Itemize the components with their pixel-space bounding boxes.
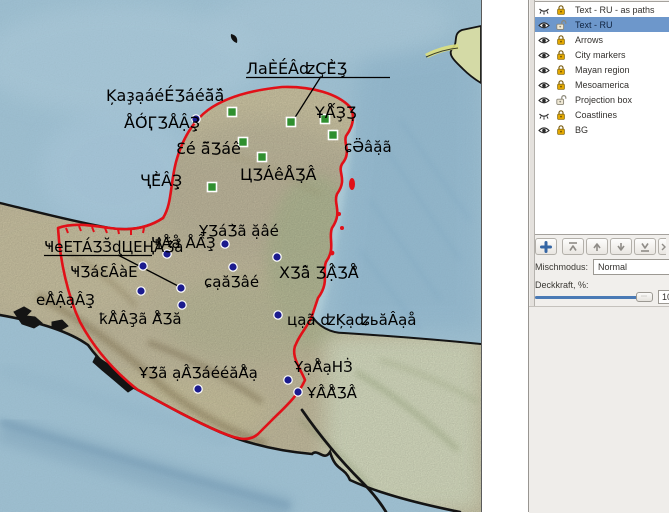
layer-locked-icon[interactable] bbox=[552, 107, 569, 122]
lower-to-bottom-button[interactable] bbox=[634, 238, 656, 255]
map-label: Ԑе́ ã̃Ӡа́е̂ bbox=[176, 139, 241, 158]
layer-visible-eye-icon[interactable] bbox=[535, 122, 552, 137]
layer-locked-icon[interactable] bbox=[552, 122, 569, 137]
layer-label: Mesoamerica bbox=[575, 80, 629, 90]
layer-row-mayan-region[interactable]: Mayan region bbox=[535, 62, 669, 77]
raise-button[interactable] bbox=[586, 238, 608, 255]
map-label: ҟÅ̂ÂҘа̃ Å̊Ӡӑ bbox=[99, 309, 182, 328]
layer-visible-eye-icon[interactable] bbox=[535, 47, 552, 62]
city-marker bbox=[221, 240, 229, 248]
city-marker bbox=[284, 376, 292, 384]
layer-label: Text - RU bbox=[575, 20, 613, 30]
city-marker bbox=[273, 253, 281, 261]
layer-label: BG bbox=[575, 125, 588, 135]
partial-button[interactable] bbox=[658, 238, 666, 255]
lower-button[interactable] bbox=[610, 238, 632, 255]
map-label: ҰǺ̂ҘӠ̣ bbox=[314, 103, 357, 122]
layers-panel: Text - RU - as paths Text - RU Arrows City … bbox=[528, 0, 669, 512]
map-label: ЦӠÁе̂ÅӠ̣Â̂ bbox=[240, 165, 316, 184]
layer-unlocked-icon[interactable] bbox=[552, 17, 569, 32]
mayan-site-marker bbox=[228, 108, 237, 117]
opacity-slider-handle[interactable]: ⋯ bbox=[636, 292, 653, 302]
map-label: Ķаҙа̣а́е́Е́Ӡа́е́ӑ̆ӑ̂ bbox=[106, 85, 224, 105]
layer-unlocked-icon[interactable] bbox=[552, 92, 569, 107]
map-label: ҶЀ̃ÂҘ̣ bbox=[140, 171, 182, 190]
blend-mode-select[interactable]: Normal bbox=[593, 259, 669, 275]
layer-label: Text - RU - as paths bbox=[575, 5, 655, 15]
layer-row-city-markers[interactable]: City markers bbox=[535, 47, 669, 62]
mayan-site-marker bbox=[287, 118, 296, 127]
layers-list[interactable]: Text - RU - as paths Text - RU Arrows City … bbox=[535, 1, 669, 235]
layer-locked-icon[interactable] bbox=[552, 77, 569, 92]
opacity-value: 100 bbox=[662, 292, 669, 302]
layer-row-projection-box[interactable]: Projection box bbox=[535, 92, 669, 107]
map-label: ЛаЀЕ́ÂʣÇЀ̃Ӡ̧ bbox=[246, 58, 347, 78]
layer-row-text-ru[interactable]: Text - RU bbox=[535, 17, 669, 32]
mayan-site-marker bbox=[208, 183, 217, 192]
raise-to-top-button[interactable] bbox=[562, 238, 584, 255]
map-label: ɕа̣ӑӠа̂е́ bbox=[204, 273, 259, 291]
layers-toolbar bbox=[535, 237, 669, 256]
layer-visible-eye-icon[interactable] bbox=[535, 77, 552, 92]
city-marker bbox=[177, 284, 185, 292]
layer-visible-eye-icon[interactable] bbox=[535, 17, 552, 32]
map-label: ɕӚа̂ӑ̣а̃ bbox=[344, 137, 392, 156]
layer-locked-icon[interactable] bbox=[552, 32, 569, 47]
map-label: ХӠа̂̃ ӠẬ̂ӠÅ̊ bbox=[279, 263, 359, 282]
layer-row-mesoamerica[interactable]: Mesoamerica bbox=[535, 77, 669, 92]
city-marker bbox=[294, 388, 302, 396]
city-marker bbox=[274, 311, 282, 319]
layer-hidden-eye-icon[interactable] bbox=[535, 2, 552, 17]
mayan-site-marker bbox=[258, 153, 267, 162]
map-label: ҰӠ̃а̃ а̣Â̂Ӡа́е́е́ӑÅ̊а̣ bbox=[138, 363, 258, 382]
canvas-margin bbox=[482, 0, 528, 512]
opacity-slider-fill bbox=[535, 296, 641, 299]
layer-row-text-ru-as-paths[interactable]: Text - RU - as paths bbox=[535, 2, 669, 17]
layer-row-bg[interactable]: BG bbox=[535, 122, 669, 137]
blend-mode-label: Mischmodus: bbox=[535, 262, 588, 272]
city-marker bbox=[194, 385, 202, 393]
map-label: ҸӠа́ԐÂа̀Е bbox=[70, 262, 138, 281]
opacity-spinbox[interactable]: 100 bbox=[658, 290, 669, 304]
layer-row-arrows[interactable]: Arrows bbox=[535, 32, 669, 47]
opacity-label: Deckkraft, %: bbox=[535, 280, 589, 290]
map-canvas[interactable]: ЛаЀЕ́ÂʣÇЀ̃Ӡ̧ Ķаҙа̣а́е́Е́Ӡа́е́ӑ̆ӑ̂ ÅÓ̆ӶӠÅẬҘ… bbox=[0, 0, 482, 512]
city-marker bbox=[178, 301, 186, 309]
layer-visible-eye-icon[interactable] bbox=[535, 92, 552, 107]
layer-label: Projection box bbox=[575, 95, 632, 105]
panel-empty-area bbox=[529, 306, 669, 513]
layer-hidden-eye-icon[interactable] bbox=[535, 107, 552, 122]
layer-label: City markers bbox=[575, 50, 626, 60]
map-label: ца̣а̃ ʣĶа̣ʥьӑÂа̣а̊ bbox=[287, 310, 416, 329]
mayan-site-marker bbox=[329, 131, 338, 140]
map-label: еÅ̂Ậа̣ÂҘ̣ bbox=[36, 290, 95, 309]
map-label: Ұа̣Å̊а̣НЗ̇ bbox=[293, 357, 353, 376]
layer-row-coastlines[interactable]: Coastlines bbox=[535, 107, 669, 122]
layer-label: Mayan region bbox=[575, 65, 630, 75]
map-label: ÅÓ̆ӶӠÅẬҘ̣ bbox=[124, 113, 200, 132]
city-marker bbox=[137, 287, 145, 295]
map-label: ҸеЕТА́ӠЗ̆ɖЦЕҢÅӠ̇а̊ bbox=[44, 236, 183, 256]
layer-visible-eye-icon[interactable] bbox=[535, 32, 552, 47]
layer-label: Arrows bbox=[575, 35, 603, 45]
layer-visible-eye-icon[interactable] bbox=[535, 62, 552, 77]
city-marker bbox=[229, 263, 237, 271]
layer-locked-icon[interactable] bbox=[552, 2, 569, 17]
layer-locked-icon[interactable] bbox=[552, 47, 569, 62]
map-label: ҰÂ̂Å̊ӠÂ̂ bbox=[306, 383, 358, 402]
layer-label: Coastlines bbox=[575, 110, 617, 120]
add-layer-button[interactable] bbox=[535, 238, 557, 255]
city-marker bbox=[139, 262, 147, 270]
blend-mode-value: Normal bbox=[598, 262, 627, 272]
map-drawing: ЛаЀЕ́ÂʣÇЀ̃Ӡ̧ Ķаҙа̣а́е́Е́Ӡа́е́ӑ̆ӑ̂ ÅÓ̆ӶӠÅẬҘ… bbox=[0, 0, 481, 512]
layer-locked-icon[interactable] bbox=[552, 62, 569, 77]
